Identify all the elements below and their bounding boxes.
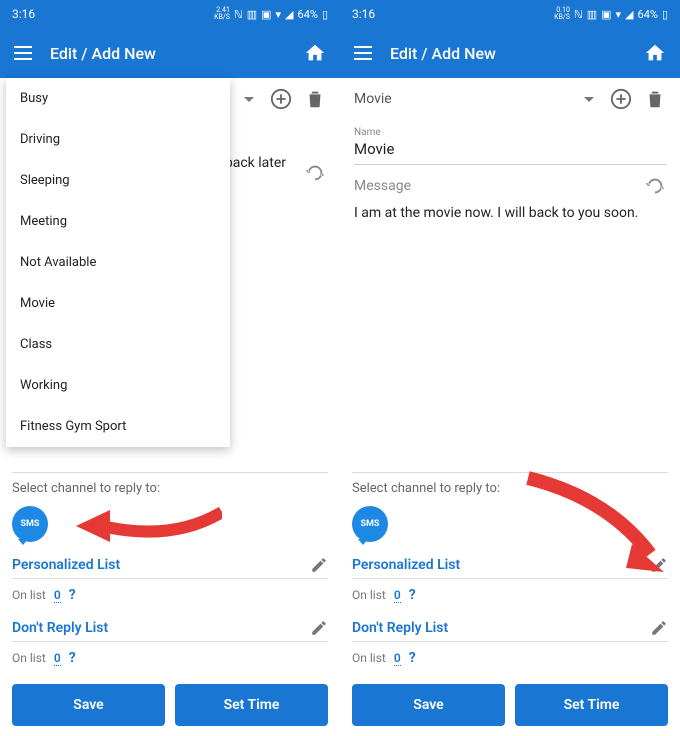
dropdown-item[interactable]: Busy [6, 78, 230, 119]
personalized-list-link[interactable]: Personalized List [352, 557, 460, 573]
help-icon[interactable]: ? [409, 587, 416, 603]
dropdown-item[interactable]: Fitness Gym Sport [6, 406, 230, 447]
delete-button[interactable] [642, 86, 668, 112]
personalized-list-link[interactable]: Personalized List [12, 557, 120, 573]
save-button[interactable]: Save [12, 684, 165, 726]
annotation-arrow [72, 502, 222, 548]
dropdown-item[interactable]: Movie [6, 283, 230, 324]
clock: 3:16 [352, 7, 375, 21]
statusbar: 3:16 0.10KB/S ℕ ▥ ▣ ▾ ◢ 64% ▯ [340, 0, 680, 28]
name-label: Name [354, 127, 666, 138]
appbar: Edit / Add New [340, 28, 680, 78]
bottom-panel: Select channel to reply to: SMS Personal… [0, 460, 340, 736]
bottom-panel: Select channel to reply to: SMS Personal… [340, 460, 680, 736]
content: Movie Name Movie Message I am at the mov… [340, 78, 680, 460]
message-field[interactable]: I am at the movie now. I will back to yo… [354, 205, 666, 225]
message-label: Message [354, 178, 411, 194]
screen-right: 3:16 0.10KB/S ℕ ▥ ▣ ▾ ◢ 64% ▯ Edit / Add… [340, 0, 680, 736]
home-icon[interactable] [304, 42, 326, 64]
clock: 3:16 [12, 7, 35, 21]
signal-icon: ◢ [625, 8, 633, 21]
appbar-title: Edit / Add New [50, 44, 286, 63]
battery-text: 64% [638, 8, 658, 21]
battery-icon: ▯ [662, 8, 668, 21]
sms-icon[interactable]: SMS [352, 506, 388, 542]
dropdown-item[interactable]: Driving [6, 119, 230, 160]
help-icon[interactable]: ? [69, 650, 76, 666]
category-row: Movie [340, 78, 680, 117]
add-button[interactable] [268, 86, 294, 112]
help-icon[interactable]: ? [409, 650, 416, 666]
help-icon[interactable]: ? [69, 587, 76, 603]
refresh-icon[interactable] [644, 175, 666, 197]
wifi-icon: ▾ [616, 8, 622, 21]
appbar: Edit / Add New [0, 28, 340, 78]
appbar-title: Edit / Add New [390, 44, 626, 63]
edit-icon[interactable] [310, 619, 328, 637]
save-button[interactable]: Save [352, 684, 505, 726]
dont-reply-list-link[interactable]: Don't Reply List [352, 620, 448, 636]
dropdown-item[interactable]: Not Available [6, 242, 230, 283]
statusbar: 3:16 2.41KB/S ℕ ▥ ▣ ▾ ◢ 64% ▯ [0, 0, 340, 28]
dropdown-item[interactable]: Working [6, 365, 230, 406]
menu-icon[interactable] [354, 46, 372, 60]
dont-reply-list-link[interactable]: Don't Reply List [12, 620, 108, 636]
set-time-button[interactable]: Set Time [175, 684, 328, 726]
signal-icon: ◢ [285, 8, 293, 21]
refresh-icon[interactable] [304, 162, 326, 188]
wifi-icon: ▾ [276, 8, 282, 21]
annotation-arrow [508, 468, 678, 578]
set-time-button[interactable]: Set Time [515, 684, 668, 726]
channel-label: Select channel to reply to: [12, 481, 328, 496]
screen-left: 3:16 2.41KB/S ℕ ▥ ▣ ▾ ◢ 64% ▯ Edit / Add… [0, 0, 340, 736]
edit-icon[interactable] [310, 556, 328, 574]
category-dropdown: Busy Driving Sleeping Meeting Not Availa… [6, 78, 230, 447]
status-icons: 2.41KB/S ℕ ▥ ▣ ▾ ◢ 64% ▯ [214, 7, 328, 21]
nfc-icon: ℕ [574, 8, 583, 21]
category-selector[interactable]: Movie [354, 91, 576, 107]
battery-icon: ▯ [322, 8, 328, 21]
android-icon: ▣ [261, 8, 271, 21]
battery-text: 64% [298, 8, 318, 21]
home-icon[interactable] [644, 42, 666, 64]
chevron-down-icon[interactable] [244, 97, 254, 102]
menu-icon[interactable] [14, 46, 32, 60]
sms-icon[interactable]: SMS [12, 506, 48, 542]
chevron-down-icon[interactable] [584, 97, 594, 102]
nfc-icon: ℕ [234, 8, 243, 21]
sim-icon: ▥ [247, 8, 257, 21]
name-field[interactable]: Movie [354, 138, 666, 165]
dropdown-item[interactable]: Sleeping [6, 160, 230, 201]
add-button[interactable] [608, 86, 634, 112]
sim-icon: ▥ [587, 8, 597, 21]
edit-icon[interactable] [650, 619, 668, 637]
dropdown-item[interactable]: Meeting [6, 201, 230, 242]
delete-button[interactable] [302, 86, 328, 112]
android-icon: ▣ [601, 8, 611, 21]
dropdown-item[interactable]: Class [6, 324, 230, 365]
status-icons: 0.10KB/S ℕ ▥ ▣ ▾ ◢ 64% ▯ [554, 7, 668, 21]
